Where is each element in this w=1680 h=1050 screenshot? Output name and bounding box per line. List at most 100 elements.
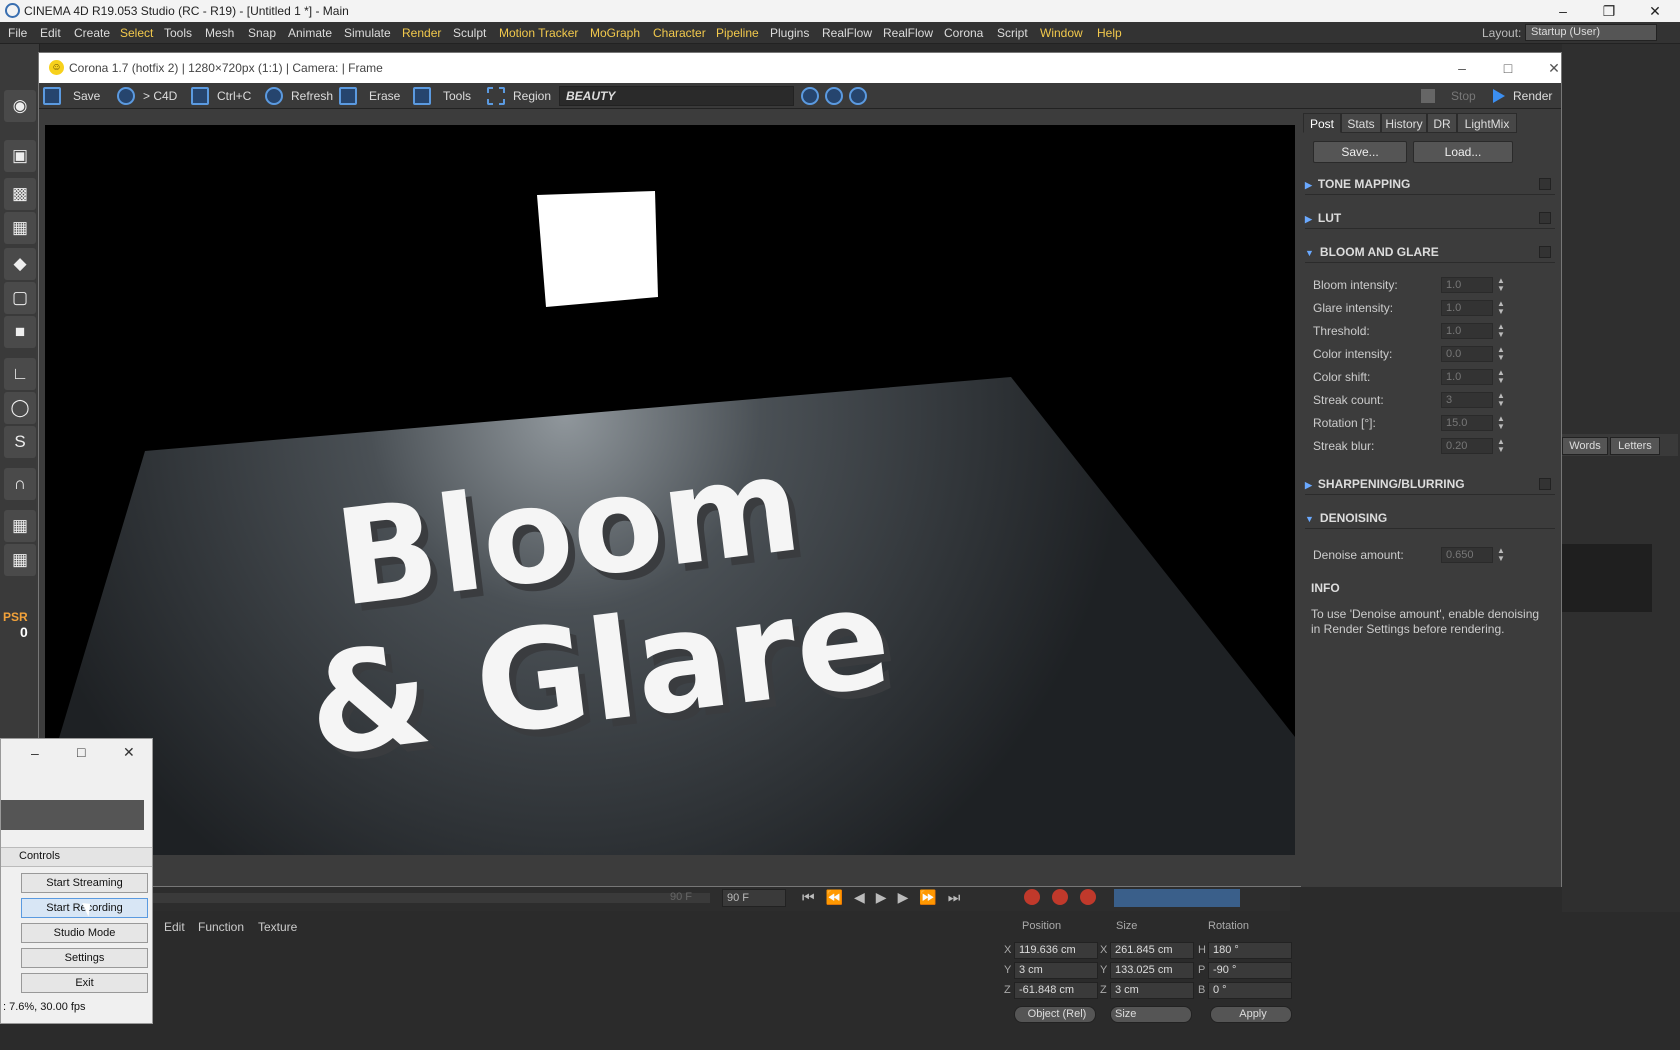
play-icon[interactable]	[1493, 89, 1505, 103]
render-viewport[interactable]: Bloom Bloom & Glare & Glare	[45, 125, 1295, 855]
menu-window[interactable]: Window	[1040, 26, 1083, 40]
spinner-icon[interactable]: ▲ ▼	[1497, 547, 1505, 563]
threshold-field[interactable]: 1.0	[1441, 323, 1493, 339]
bloom-glare-section[interactable]: ▼ BLOOM AND GLARE	[1305, 241, 1555, 263]
region-icon[interactable]	[487, 87, 505, 105]
menu-script[interactable]: Script	[997, 26, 1028, 40]
spinner-icon[interactable]: ▲ ▼	[1497, 415, 1505, 431]
color-intensity-field[interactable]: 0.0	[1441, 346, 1493, 362]
key-mode-buttons[interactable]	[1114, 889, 1240, 907]
post-save-button[interactable]: Save...	[1313, 141, 1407, 163]
obs-maximize-icon[interactable]: □	[77, 744, 85, 760]
region-button[interactable]: Region	[513, 86, 551, 106]
menu-file[interactable]: File	[8, 26, 27, 40]
start-streaming-button[interactable]: Start Streaming	[21, 873, 148, 893]
refresh-button[interactable]: Refresh	[291, 86, 333, 106]
mouse-icon[interactable]: ◯	[4, 392, 36, 424]
erase-icon[interactable]	[339, 87, 357, 105]
tab-stats[interactable]: Stats	[1341, 113, 1381, 133]
vfb-close-icon[interactable]: ✕	[1531, 57, 1577, 79]
copy-icon[interactable]	[191, 87, 209, 105]
material-menu-edit[interactable]: Edit	[164, 920, 185, 934]
spinner-icon[interactable]: ▲ ▼	[1497, 346, 1505, 362]
sharpening-blurring-section[interactable]: ▶ SHARPENING/BLURRING	[1305, 473, 1555, 495]
tab-post[interactable]: Post	[1303, 113, 1341, 133]
grid-icon[interactable]: ▦	[4, 544, 36, 576]
tools-icon[interactable]	[413, 87, 431, 105]
coord-mode-select[interactable]: Object (Rel)	[1014, 1006, 1096, 1023]
workplane-icon[interactable]: ▦	[4, 212, 36, 244]
post-load-button[interactable]: Load...	[1413, 141, 1513, 163]
pos-y-field[interactable]: 3 cm	[1014, 962, 1098, 979]
streak-count-field[interactable]: 3	[1441, 392, 1493, 408]
render-button[interactable]: Render	[1513, 86, 1552, 106]
obs-settings-button[interactable]: Settings	[21, 948, 148, 968]
menu-select[interactable]: Select	[120, 26, 153, 40]
texture-mode-icon[interactable]: ▩	[4, 178, 36, 210]
stop-icon[interactable]	[1421, 89, 1435, 103]
menu-realflow-1[interactable]: RealFlow	[822, 26, 872, 40]
lut-checkbox[interactable]	[1539, 212, 1551, 224]
record-icon[interactable]	[1024, 889, 1040, 905]
rotation-field[interactable]: 15.0	[1441, 415, 1493, 431]
spinner-icon[interactable]: ▲ ▼	[1497, 300, 1505, 316]
vfb-maximize-icon[interactable]: □	[1485, 57, 1531, 79]
lut-section[interactable]: ▶ LUT	[1305, 207, 1555, 229]
obs-exit-button[interactable]: Exit	[21, 973, 148, 993]
menu-corona[interactable]: Corona	[944, 26, 983, 40]
size-y-field[interactable]: 133.025 cm	[1110, 962, 1194, 979]
edges-mode-icon[interactable]: ▢	[4, 282, 36, 314]
vfb-minimize-icon[interactable]: –	[1439, 57, 1485, 79]
menu-sculpt[interactable]: Sculpt	[453, 26, 486, 40]
to-c4d-button[interactable]: > C4D	[143, 86, 177, 106]
menu-mograph[interactable]: MoGraph	[590, 26, 640, 40]
tab-history[interactable]: History	[1381, 113, 1427, 133]
magnet-icon[interactable]: ∩	[4, 468, 36, 500]
rot-b-field[interactable]: 0 °	[1208, 982, 1292, 999]
size-z-field[interactable]: 3 cm	[1110, 982, 1194, 999]
denoising-section[interactable]: ▼ DENOISING	[1305, 507, 1555, 529]
render-pass-select[interactable]: BEAUTY	[559, 86, 794, 106]
menu-edit[interactable]: Edit	[40, 26, 61, 40]
transport-controls[interactable]: ⏮⏪◀▶▶⏩⏭	[802, 889, 971, 906]
close-icon[interactable]: ✕	[1632, 0, 1678, 22]
tone-mapping-section[interactable]: ▶ TONE MAPPING	[1305, 173, 1555, 195]
streak-blur-field[interactable]: 0.20	[1441, 438, 1493, 454]
model-mode-icon[interactable]: ▣	[4, 140, 36, 172]
c4d-icon[interactable]	[117, 87, 135, 105]
tone-mapping-checkbox[interactable]	[1539, 178, 1551, 190]
axis-icon[interactable]: ∟	[4, 358, 36, 390]
minimize-icon[interactable]: –	[1540, 0, 1586, 22]
spinner-icon[interactable]: ▲ ▼	[1497, 323, 1505, 339]
size-x-field[interactable]: 261.845 cm	[1110, 942, 1194, 959]
color-shift-field[interactable]: 1.0	[1441, 369, 1493, 385]
menu-mesh[interactable]: Mesh	[205, 26, 234, 40]
menu-character[interactable]: Character	[653, 26, 706, 40]
zoom-in-icon[interactable]	[801, 87, 819, 105]
zoom-out-icon[interactable]	[825, 87, 843, 105]
menu-motion-tracker[interactable]: Motion Tracker	[499, 26, 578, 40]
polygons-mode-icon[interactable]: ■	[4, 316, 36, 348]
spinner-icon[interactable]: ▲ ▼	[1497, 392, 1505, 408]
restore-icon[interactable]: ❐	[1586, 0, 1632, 22]
copy-button[interactable]: Ctrl+C	[217, 86, 251, 106]
menu-render[interactable]: Render	[402, 26, 441, 40]
erase-button[interactable]: Erase	[369, 86, 400, 106]
autokey-icon[interactable]	[1052, 889, 1068, 905]
save-icon[interactable]	[43, 87, 61, 105]
menu-plugins[interactable]: Plugins	[770, 26, 809, 40]
menu-snap[interactable]: Snap	[248, 26, 276, 40]
menu-tools[interactable]: Tools	[164, 26, 192, 40]
obs-close-icon[interactable]: ✕	[123, 744, 135, 761]
menu-animate[interactable]: Animate	[288, 26, 332, 40]
menu-simulate[interactable]: Simulate	[344, 26, 391, 40]
keyframe-icon[interactable]	[1080, 889, 1096, 905]
menu-realflow-2[interactable]: RealFlow	[883, 26, 933, 40]
globe-icon[interactable]: ◉	[4, 90, 36, 122]
sharpening-checkbox[interactable]	[1539, 478, 1551, 490]
letters-tab[interactable]: Letters	[1610, 437, 1660, 455]
spinner-icon[interactable]: ▲ ▼	[1497, 438, 1505, 454]
refresh-icon[interactable]	[265, 87, 283, 105]
pos-z-field[interactable]: -61.848 cm	[1014, 982, 1098, 999]
obs-minimize-icon[interactable]: –	[31, 745, 39, 761]
